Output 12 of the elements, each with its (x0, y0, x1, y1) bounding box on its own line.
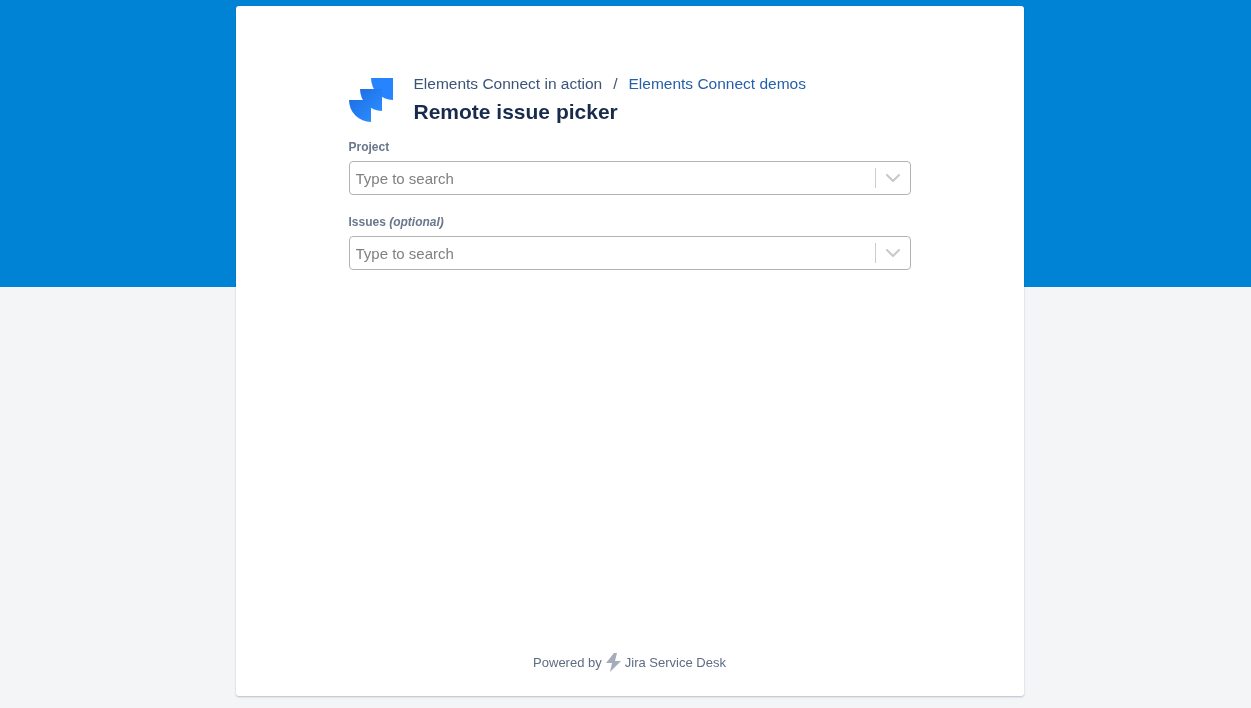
chevron-down-icon (885, 174, 900, 182)
bolt-icon (604, 652, 622, 672)
field-label: Project (348, 139, 391, 155)
breadcrumb-link[interactable]: Elements Connect demos (628, 72, 806, 96)
field-label: Issues (optional) (348, 214, 445, 230)
chevron-down-icon (885, 249, 900, 257)
powered-by-text: Powered by (533, 653, 602, 672)
product-link[interactable]: Jira Service Desk (624, 652, 726, 672)
breadcrumb-link[interactable]: Elements Connect in action (413, 72, 603, 96)
breadcrumb-separator: / (613, 74, 618, 94)
page-title: Remote issue picker (413, 99, 619, 125)
stepped-logo-icon (348, 78, 393, 122)
